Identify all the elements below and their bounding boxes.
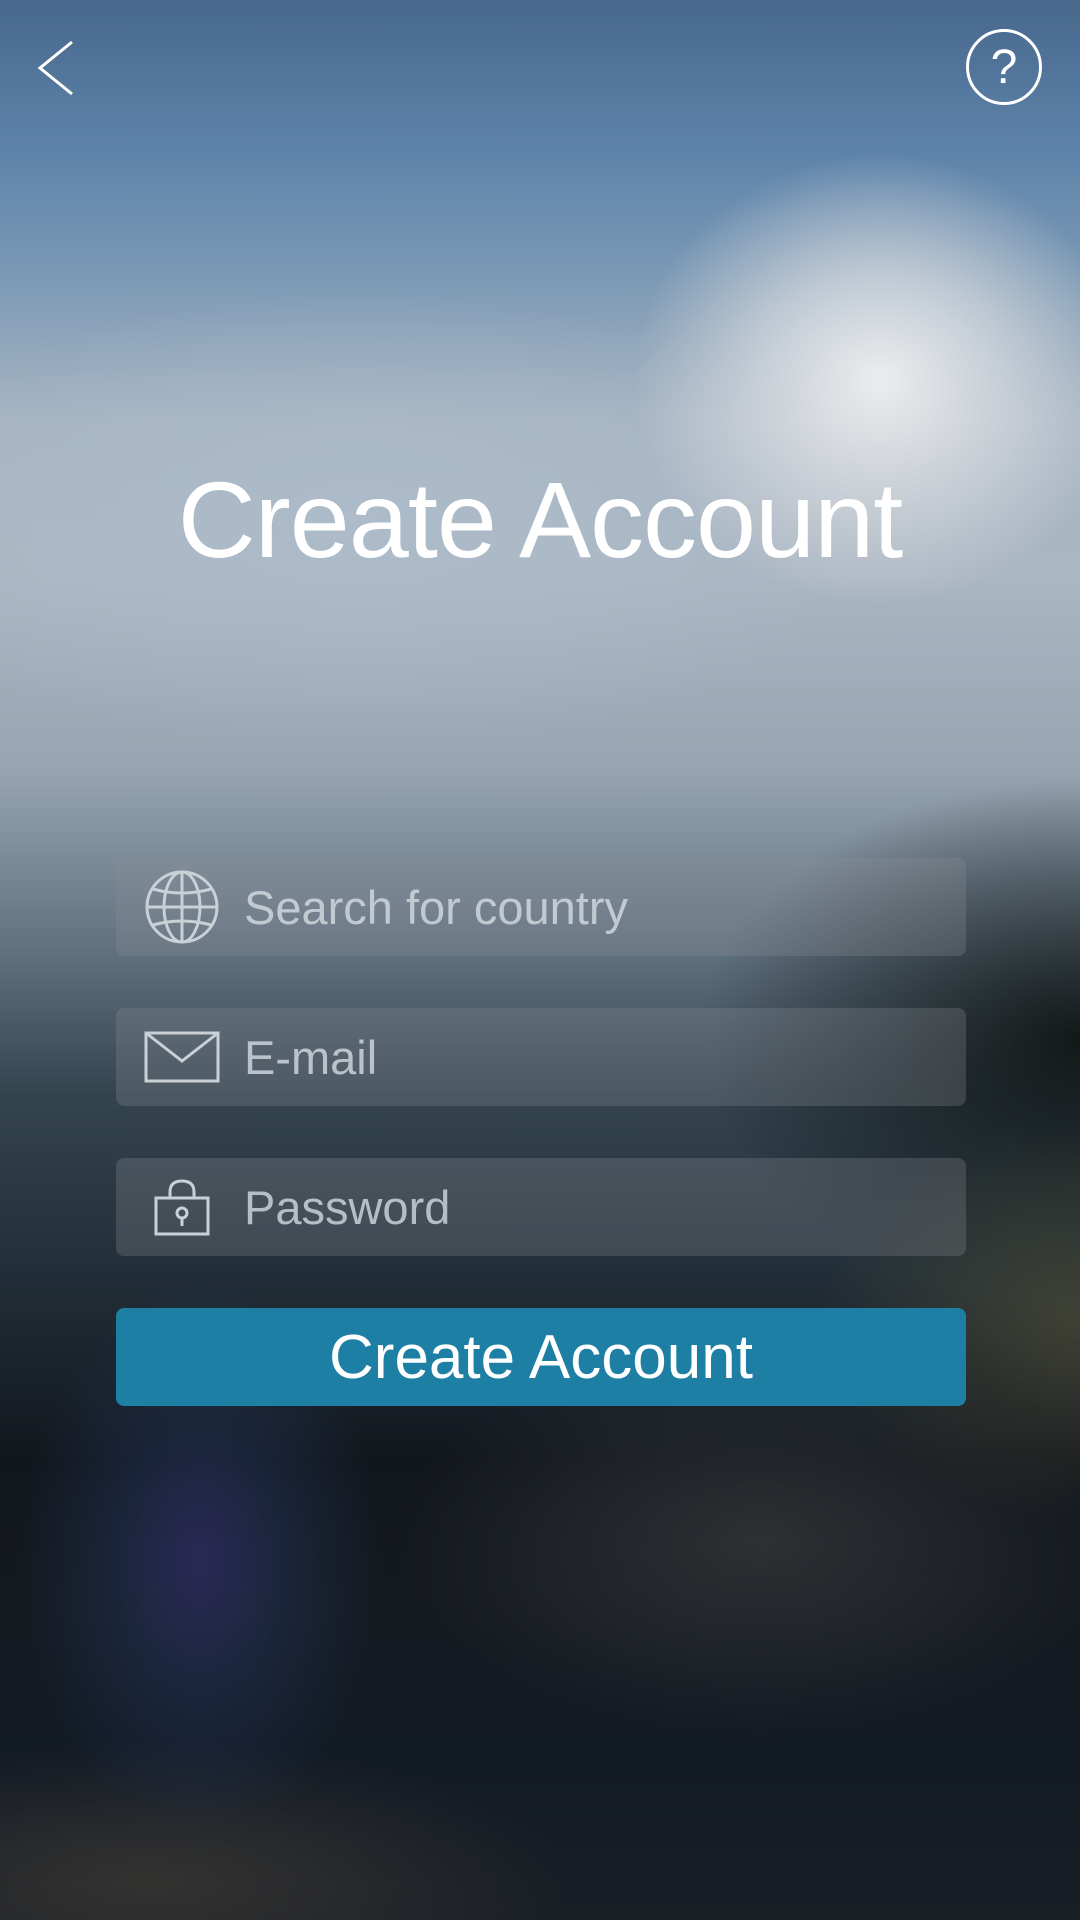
top-bar: ? — [0, 0, 1080, 130]
create-account-button[interactable]: Create Account — [116, 1308, 966, 1406]
create-account-form: Create Account — [116, 858, 966, 1406]
page-title: Create Account — [177, 459, 903, 580]
question-mark-icon: ? — [990, 40, 1018, 94]
lock-icon — [144, 1169, 220, 1245]
country-search-input[interactable] — [244, 858, 966, 956]
back-button[interactable] — [30, 36, 90, 100]
password-input[interactable] — [244, 1158, 966, 1256]
help-button[interactable]: ? — [966, 29, 1042, 105]
email-field[interactable] — [116, 1008, 966, 1106]
chevron-left-icon — [37, 40, 73, 96]
country-field[interactable] — [116, 858, 966, 956]
globe-icon — [144, 869, 220, 945]
password-field[interactable] — [116, 1158, 966, 1256]
envelope-icon — [144, 1019, 220, 1095]
email-input[interactable] — [244, 1008, 966, 1106]
